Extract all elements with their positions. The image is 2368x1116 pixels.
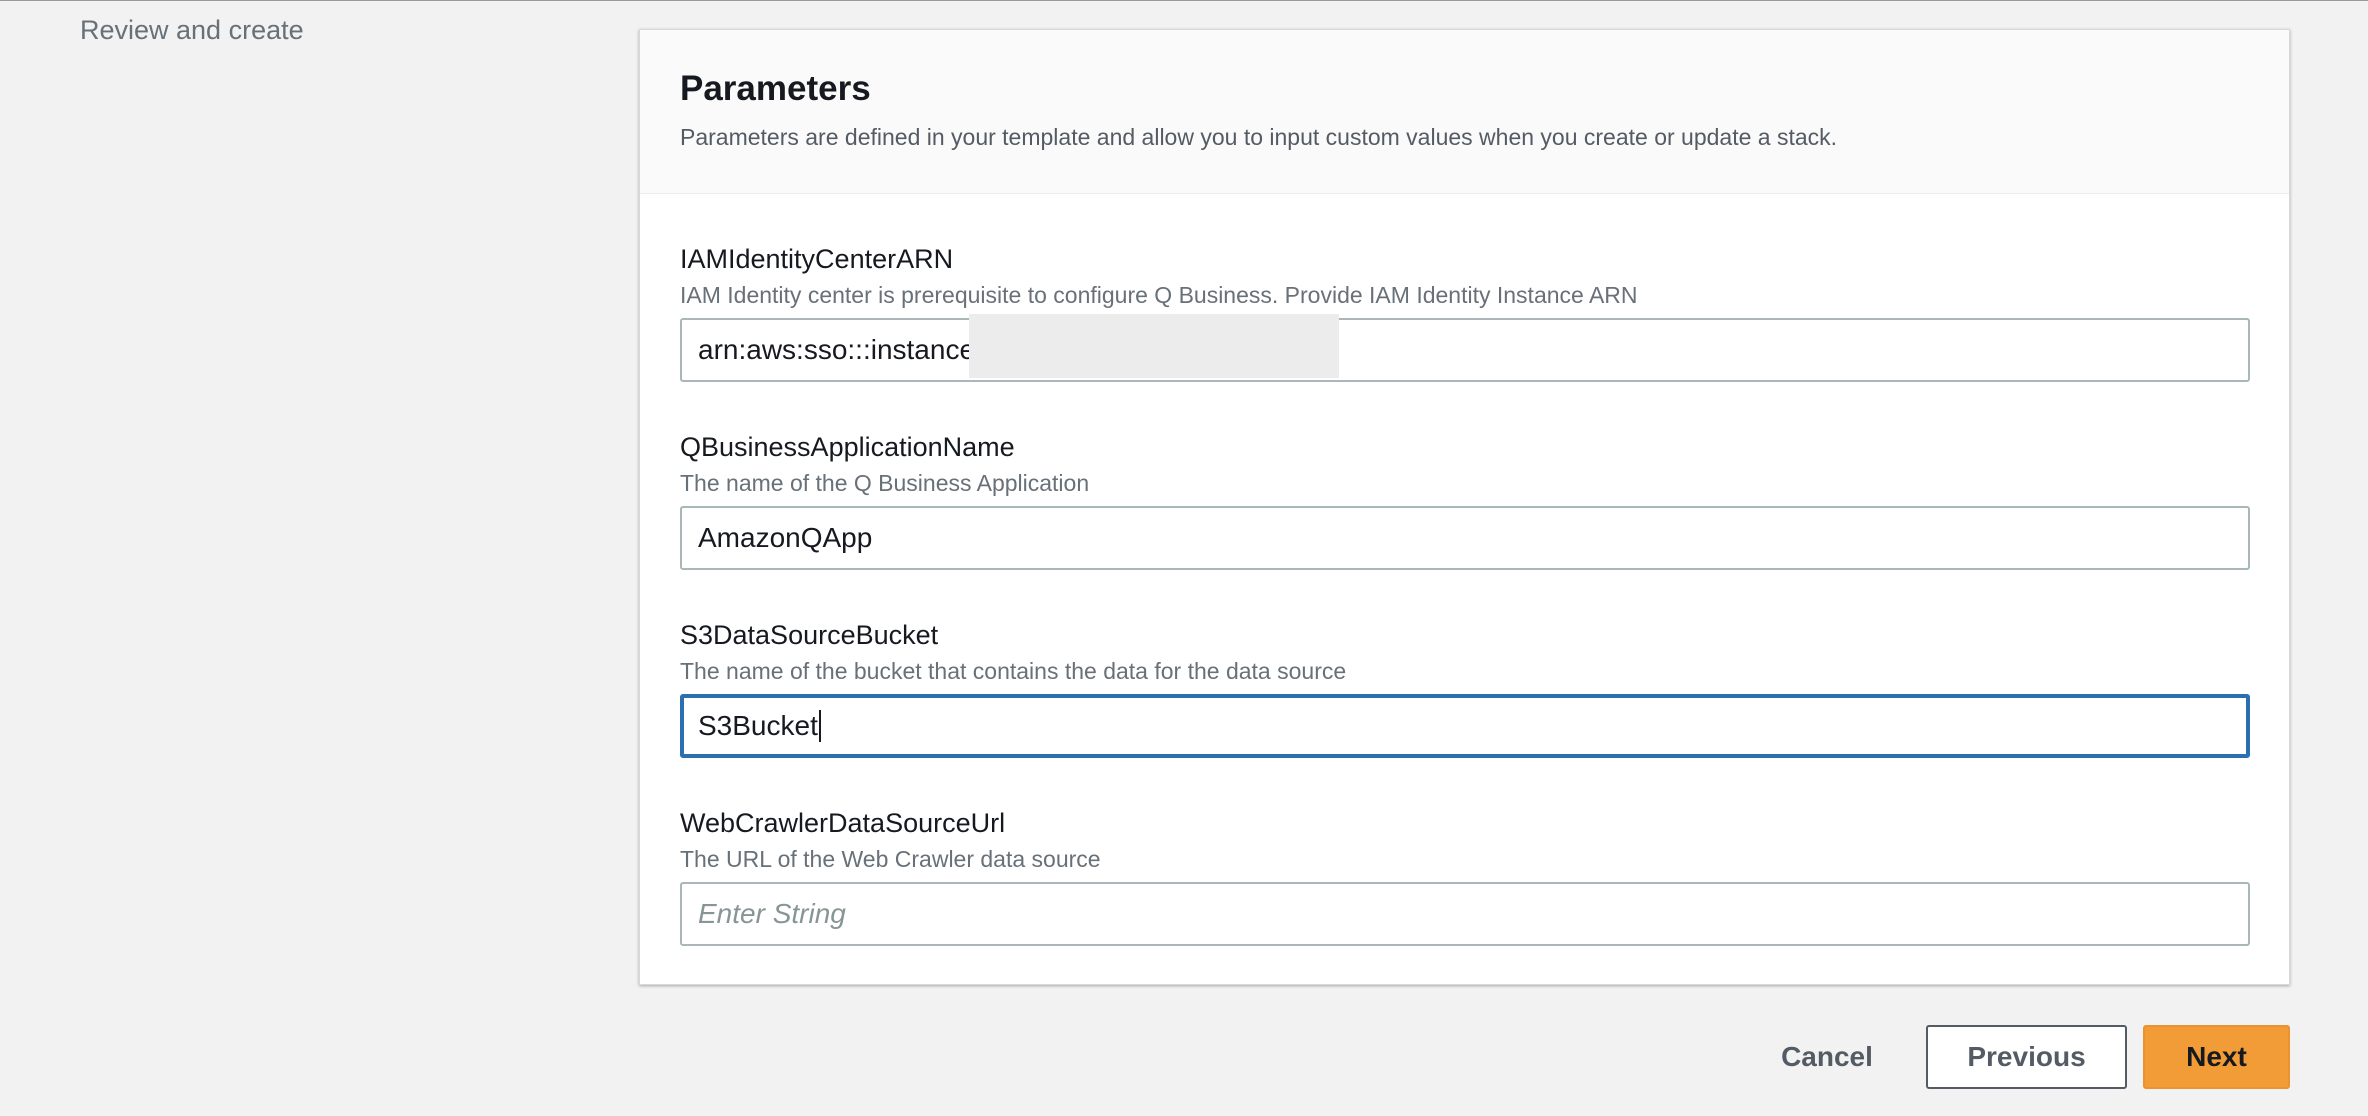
field-s3-data-source-bucket: S3DataSourceBucket The name of the bucke… [680,618,2250,758]
field-label: QBusinessApplicationName [680,432,1015,462]
wizard-footer: Cancel Previous Next [1742,1025,2290,1089]
panel-description: Parameters are defined in your template … [680,124,1838,150]
cancel-button[interactable]: Cancel [1742,1025,1912,1089]
field-description: IAM Identity center is prerequisite to c… [680,282,1638,308]
field-description: The name of the Q Business Application [680,470,1090,496]
input-value: S3Bucket [698,710,818,741]
field-description: The name of the bucket that contains the… [680,658,1347,684]
parameters-panel: Parameters Parameters are defined in you… [639,29,2290,985]
iam-identity-center-arn-input[interactable]: arn:aws:sso:::instance [680,314,2250,382]
field-label: WebCrawlerDataSourceUrl [680,808,1006,838]
field-description: The URL of the Web Crawler data source [680,846,1101,872]
web-crawler-data-source-url-input[interactable]: Enter String [680,882,2250,946]
field-label: S3DataSourceBucket [680,620,939,650]
field-label: IAMIdentityCenterARN [680,244,954,274]
input-placeholder: Enter String [698,898,846,929]
panel-header: Parameters Parameters are defined in you… [640,30,2289,194]
qbusiness-application-name-input[interactable]: AmazonQApp [680,506,2250,570]
next-button[interactable]: Next [2143,1025,2290,1089]
redacted-region [969,314,1339,378]
previous-button[interactable]: Previous [1926,1025,2127,1089]
text-caret [818,710,821,742]
panel-title: Parameters [680,69,871,108]
wizard-step-review-and-create[interactable]: Review and create [80,15,304,46]
field-iam-identity-center-arn: IAMIdentityCenterARN IAM Identity center… [680,242,2250,382]
field-web-crawler-data-source-url: WebCrawlerDataSourceUrl The URL of the W… [680,806,2250,946]
field-qbusiness-application-name: QBusinessApplicationName The name of the… [680,430,2250,570]
input-value: arn:aws:sso:::instance [698,334,976,365]
s3-data-source-bucket-input[interactable]: S3Bucket [680,694,2250,758]
input-value: AmazonQApp [698,522,873,553]
